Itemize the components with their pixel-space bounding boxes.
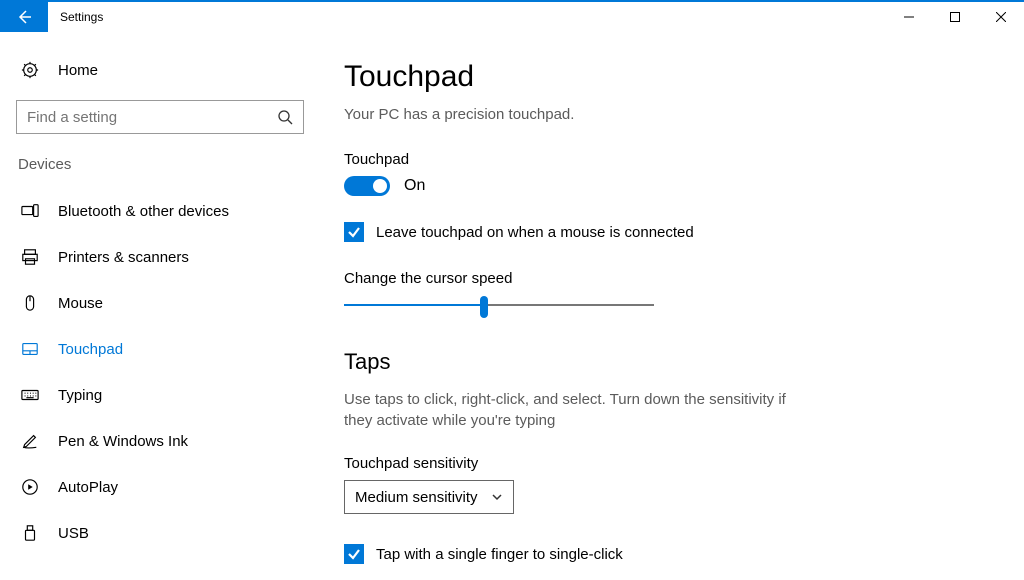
close-button[interactable] — [978, 2, 1024, 32]
page-subtext: Your PC has a precision touchpad. — [344, 106, 984, 123]
sidebar-item-label: Touchpad — [58, 341, 123, 358]
sidebar-item-printers[interactable]: Printers & scanners — [16, 235, 304, 279]
sidebar: Home Devices Bluetooth & other devices P… — [0, 32, 320, 580]
touchpad-toggle[interactable] — [344, 176, 390, 196]
sensitivity-label: Touchpad sensitivity — [344, 455, 984, 472]
titlebar: Settings — [0, 0, 1024, 32]
search-box[interactable] — [16, 100, 304, 134]
minimize-button[interactable] — [886, 2, 932, 32]
checkbox-label: Tap with a single finger to single-click — [376, 546, 623, 563]
back-button[interactable] — [0, 2, 48, 32]
usb-icon — [20, 523, 40, 543]
sensitivity-dropdown[interactable]: Medium sensitivity — [344, 480, 514, 514]
sidebar-item-label: Printers & scanners — [58, 249, 189, 266]
home-icon — [20, 60, 40, 80]
slider-thumb[interactable] — [480, 296, 488, 318]
sidebar-category: Devices — [18, 156, 304, 173]
taps-description: Use taps to click, right-click, and sele… — [344, 389, 814, 431]
sidebar-item-autoplay[interactable]: AutoPlay — [16, 465, 304, 509]
keyboard-icon — [20, 385, 40, 405]
maximize-icon — [950, 12, 960, 22]
devices-icon — [20, 201, 40, 221]
cursor-speed-slider[interactable] — [344, 295, 654, 315]
sidebar-item-usb[interactable]: USB — [16, 511, 304, 555]
checkbox-checked[interactable] — [344, 544, 364, 564]
sidebar-item-mouse[interactable]: Mouse — [16, 281, 304, 325]
sidebar-item-label: Mouse — [58, 295, 103, 312]
sidebar-item-label: AutoPlay — [58, 479, 118, 496]
touchpad-icon — [20, 339, 40, 359]
sidebar-item-label: Bluetooth & other devices — [58, 203, 229, 220]
sidebar-item-typing[interactable]: Typing — [16, 373, 304, 417]
page-title: Touchpad — [344, 60, 984, 94]
sidebar-item-label: USB — [58, 525, 89, 542]
toggle-state: On — [404, 177, 425, 195]
sidebar-item-touchpad[interactable]: Touchpad — [16, 327, 304, 371]
search-input[interactable] — [27, 109, 277, 126]
minimize-icon — [904, 12, 914, 22]
sidebar-item-label: Typing — [58, 387, 102, 404]
close-icon — [996, 12, 1006, 22]
sidebar-item-pen[interactable]: Pen & Windows Ink — [16, 419, 304, 463]
single-tap-checkbox-row[interactable]: Tap with a single finger to single-click — [344, 544, 984, 564]
checkbox-checked[interactable] — [344, 222, 364, 242]
chevron-down-icon — [491, 491, 503, 503]
checkbox-label: Leave touchpad on when a mouse is connec… — [376, 224, 694, 241]
sidebar-item-label: Pen & Windows Ink — [58, 433, 188, 450]
taps-heading: Taps — [344, 349, 984, 375]
search-icon — [277, 109, 293, 125]
toggle-label: Touchpad — [344, 151, 984, 168]
sidebar-home[interactable]: Home — [16, 48, 304, 92]
arrow-left-icon — [16, 9, 32, 25]
cursor-speed-label: Change the cursor speed — [344, 270, 984, 287]
autoplay-icon — [20, 477, 40, 497]
leave-touchpad-checkbox-row[interactable]: Leave touchpad on when a mouse is connec… — [344, 222, 984, 242]
sidebar-item-bluetooth[interactable]: Bluetooth & other devices — [16, 189, 304, 233]
sidebar-home-label: Home — [58, 62, 98, 79]
check-icon — [347, 225, 361, 239]
maximize-button[interactable] — [932, 2, 978, 32]
dropdown-value: Medium sensitivity — [355, 489, 478, 506]
printer-icon — [20, 247, 40, 267]
mouse-icon — [20, 293, 40, 313]
pen-icon — [20, 431, 40, 451]
check-icon — [347, 547, 361, 561]
content-pane: Touchpad Your PC has a precision touchpa… — [320, 32, 1024, 580]
window-title: Settings — [48, 10, 103, 24]
